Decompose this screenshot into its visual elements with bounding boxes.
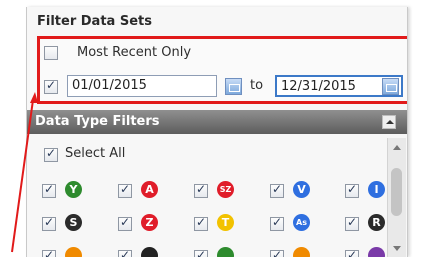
line-as-glyph: As	[296, 218, 307, 227]
filter-panel: Filter Data Sets Most Recent Only 01/01/…	[26, 7, 408, 257]
line-s-icon: S	[65, 214, 82, 231]
date-range-checkbox[interactable]	[44, 78, 58, 94]
line-partial-icon-4	[293, 247, 310, 257]
line-checkbox[interactable]	[270, 215, 284, 231]
line-r-icon: R	[368, 214, 385, 231]
line-a-icon: A	[141, 181, 158, 198]
line-partial-icon-2	[141, 247, 158, 257]
most-recent-checkbox[interactable]	[44, 46, 58, 60]
line-sz-glyph: SZ	[219, 185, 232, 194]
line-checkbox[interactable]	[194, 215, 208, 231]
line-z-icon: Z	[141, 214, 158, 231]
line-checkbox[interactable]	[270, 182, 284, 198]
line-checkbox[interactable]	[270, 248, 284, 257]
line-checkbox[interactable]	[42, 182, 56, 198]
line-checkbox[interactable]	[194, 248, 208, 257]
from-calendar-icon[interactable]	[225, 78, 242, 95]
line-checkbox[interactable]	[118, 215, 132, 231]
line-t-icon: T	[217, 214, 234, 231]
line-v-glyph: V	[297, 183, 306, 196]
line-checkbox[interactable]	[345, 215, 359, 231]
to-label: to	[250, 78, 264, 93]
line-partial-icon-3	[217, 247, 234, 257]
line-checkbox[interactable]	[42, 248, 56, 257]
line-y-glyph: Y	[69, 183, 78, 196]
line-checkbox[interactable]	[345, 182, 359, 198]
line-y-icon: Y	[65, 181, 82, 198]
line-a-glyph: A	[145, 183, 154, 196]
scrollbar[interactable]	[387, 138, 406, 257]
line-checkbox[interactable]	[42, 215, 56, 231]
line-as-icon: As	[293, 214, 310, 231]
line-checkbox[interactable]	[118, 182, 132, 198]
data-type-filters-header: Data Type Filters	[27, 110, 407, 134]
from-date-input[interactable]: 01/01/2015	[67, 75, 217, 97]
line-checkbox[interactable]	[194, 182, 208, 198]
scroll-thumb[interactable]	[391, 168, 402, 216]
line-sz-icon: SZ	[217, 181, 234, 198]
line-i-glyph: I	[374, 183, 379, 196]
line-checkbox[interactable]	[118, 248, 132, 257]
select-all-checkbox[interactable]	[44, 146, 58, 162]
line-checkbox[interactable]	[345, 248, 359, 257]
line-s-glyph: S	[69, 216, 78, 229]
line-v-icon: V	[293, 181, 310, 198]
select-all-label: Select All	[65, 146, 126, 161]
line-i-icon: I	[368, 181, 385, 198]
line-t-glyph: T	[221, 216, 230, 229]
line-partial-icon-5	[368, 247, 385, 257]
data-type-filters-title: Data Type Filters	[35, 114, 160, 129]
line-z-glyph: Z	[145, 216, 154, 229]
most-recent-label: Most Recent Only	[77, 45, 192, 60]
scroll-up-icon[interactable]	[393, 145, 401, 150]
collapse-icon[interactable]	[382, 115, 396, 129]
scroll-down-icon[interactable]	[393, 246, 401, 251]
filter-title: Filter Data Sets	[37, 14, 152, 29]
line-r-glyph: R	[372, 216, 381, 229]
line-partial-icon-1	[65, 247, 82, 257]
to-calendar-icon[interactable]	[382, 78, 399, 95]
